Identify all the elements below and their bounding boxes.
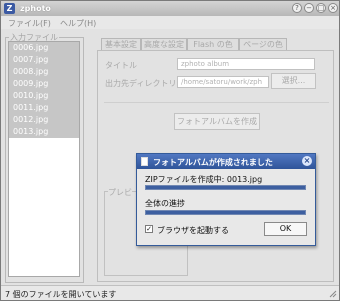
file-item[interactable]: 0007.jpg (9, 54, 79, 66)
output-dir-input[interactable]: /home/satoru/work/zph (177, 76, 269, 88)
maximize-icon[interactable]: □ (316, 3, 326, 13)
dialog-title-bar[interactable]: フォトアルバムが作成されました × (137, 154, 315, 169)
file-item[interactable]: 0013.jpg (9, 126, 79, 138)
output-dir-label: 出力先ディレクトリ (105, 79, 177, 88)
status-bar: 7 個のファイルを開いています (1, 285, 339, 300)
main-window: Z zphoto ? − □ × ファイル(F) ヘルプ(H) 入力ファイル 0… (0, 0, 340, 301)
close-icon[interactable]: × (328, 3, 338, 13)
select-button[interactable]: 選択... (271, 73, 316, 89)
resize-grip-icon[interactable] (328, 289, 337, 298)
help-icon[interactable]: ? (292, 3, 302, 13)
zip-progress-bar (145, 185, 306, 190)
document-icon (141, 157, 148, 166)
status-text: 7 個のファイルを開いています (5, 290, 117, 299)
file-item[interactable]: 0012.jpg (9, 114, 79, 126)
preview-label: プレビ (108, 187, 132, 198)
launch-browser-label: ブラウザを起動する (157, 226, 229, 235)
overall-progress-label: 全体の進捗 (145, 199, 185, 208)
launch-browser-checkbox[interactable]: ✓ (145, 225, 153, 233)
zip-progress-label: ZIPファイルを作成中: 0013.jpg (145, 175, 263, 184)
overall-progress-bar (145, 210, 306, 215)
minimize-icon[interactable]: − (304, 3, 314, 13)
create-album-button[interactable]: フォトアルバムを作成 (174, 113, 260, 130)
title-label: タイトル (105, 61, 137, 70)
file-list[interactable]: 0006.jpg 0007.jpg 0008.jpg 0009.jpg 0010… (8, 41, 80, 277)
file-menu[interactable]: ファイル(F) (8, 18, 51, 29)
overall-progress-fill (146, 211, 305, 214)
menu-bar: ファイル(F) ヘルプ(H) (1, 16, 339, 29)
separator (104, 102, 329, 103)
app-icon: Z (4, 3, 15, 14)
file-item[interactable]: 0011.jpg (9, 102, 79, 114)
title-bar[interactable]: Z zphoto ? − □ × (1, 1, 339, 17)
title-input[interactable]: zphoto album (177, 58, 315, 70)
file-item[interactable]: 0006.jpg (9, 42, 79, 54)
dialog-title: フォトアルバムが作成されました (153, 158, 273, 167)
help-menu[interactable]: ヘルプ(H) (60, 18, 96, 29)
file-item[interactable]: 0009.jpg (9, 78, 79, 90)
file-item[interactable]: 0008.jpg (9, 66, 79, 78)
zip-progress-fill (146, 186, 305, 189)
window-title: zphoto (20, 4, 51, 13)
ok-button[interactable]: OK (264, 222, 307, 236)
file-item[interactable]: 0010.jpg (9, 90, 79, 102)
album-created-dialog: フォトアルバムが作成されました × ZIPファイルを作成中: 0013.jpg … (136, 153, 316, 246)
dialog-close-icon[interactable]: × (302, 156, 312, 166)
